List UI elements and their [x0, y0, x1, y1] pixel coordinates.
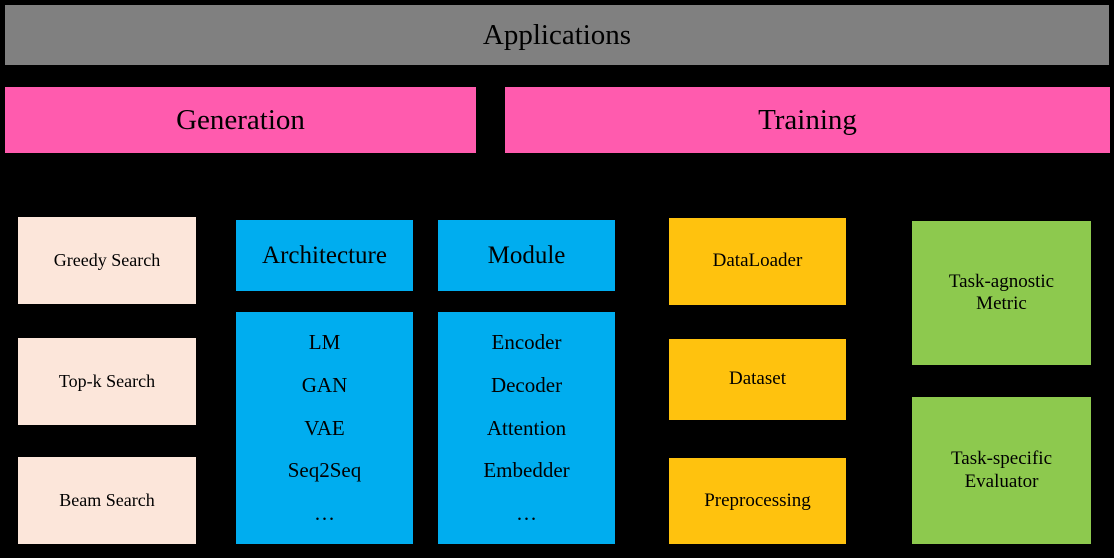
- module-items-box: Encoder Decoder Attention Embedder …: [438, 312, 615, 544]
- search-strategy-label: Top-k Search: [58, 370, 156, 391]
- data-pipeline-label: DataLoader: [712, 250, 803, 272]
- architecture-item: VAE: [304, 415, 345, 440]
- training-label: Training: [758, 103, 857, 136]
- evaluation-box-task-specific-evaluator: Task-specific Evaluator: [912, 397, 1091, 544]
- search-strategy-box-beam: Beam Search: [18, 457, 196, 544]
- generation-bar: Generation: [5, 87, 476, 153]
- applications-bar: Applications: [5, 5, 1109, 65]
- data-pipeline-label: Dataset: [729, 368, 786, 390]
- evaluation-box-task-agnostic-metric: Task-agnostic Metric: [912, 221, 1091, 365]
- architecture-item: Seq2Seq: [287, 458, 362, 483]
- data-pipeline-box-dataloader: DataLoader: [669, 218, 846, 305]
- applications-label: Applications: [482, 18, 632, 51]
- module-item: Decoder: [490, 372, 563, 397]
- generation-label: Generation: [176, 103, 305, 136]
- data-pipeline-box-dataset: Dataset: [669, 339, 846, 420]
- module-item: Embedder: [483, 458, 570, 483]
- architecture-header-label: Architecture: [262, 241, 387, 269]
- search-strategy-box-topk: Top-k Search: [18, 338, 196, 425]
- data-pipeline-box-preprocessing: Preprocessing: [669, 458, 846, 544]
- training-bar: Training: [505, 87, 1110, 153]
- module-header-label: Module: [487, 241, 566, 269]
- architecture-item: GAN: [301, 372, 348, 397]
- architecture-diagram: Applications Generation Training Greedy …: [0, 0, 1114, 558]
- architecture-items-box: LM GAN VAE Seq2Seq …: [236, 312, 413, 544]
- search-strategy-box-greedy: Greedy Search: [18, 217, 196, 304]
- module-item: Encoder: [491, 330, 562, 355]
- module-header-box: Module: [438, 220, 615, 291]
- architecture-item: LM: [308, 330, 341, 355]
- data-pipeline-label: Preprocessing: [704, 489, 811, 511]
- evaluation-label: Task-agnostic Metric: [948, 270, 1055, 314]
- evaluation-label: Task-specific Evaluator: [950, 448, 1052, 492]
- search-strategy-label: Greedy Search: [53, 249, 161, 270]
- search-strategy-label: Beam Search: [59, 489, 155, 510]
- module-item-ellipsis: …: [516, 501, 537, 526]
- architecture-item-ellipsis: …: [314, 501, 335, 526]
- architecture-header-box: Architecture: [236, 220, 413, 291]
- module-item: Attention: [486, 415, 567, 440]
